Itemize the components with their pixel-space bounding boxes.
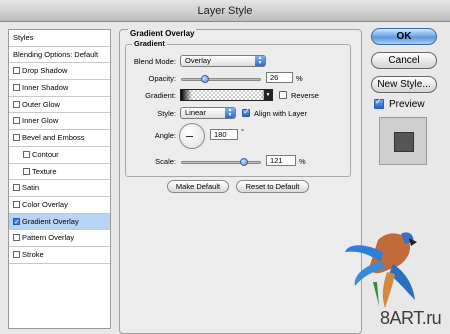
sidebar-item-styles[interactable]: Styles <box>9 30 110 47</box>
sidebar-item-label: Pattern Overlay <box>22 233 75 243</box>
style-value: Linear <box>185 108 206 117</box>
style-preview-thumbnail <box>379 117 427 165</box>
blend-mode-value: Overlay <box>185 56 211 65</box>
sidebar-item-label: Texture <box>32 166 57 176</box>
sidebar-item-label: Satin <box>22 183 40 193</box>
sidebar-item-gradient-overlay[interactable]: Gradient Overlay <box>9 213 110 231</box>
sidebar-item-label: Inner Shadow <box>22 83 69 93</box>
sidebar-item-inner-shadow[interactable]: Inner Shadow <box>9 80 110 97</box>
outer-glow-checkbox[interactable] <box>13 100 20 108</box>
sidebar-item-label: Contour <box>32 149 59 159</box>
sidebar-item-color-overlay[interactable]: Color Overlay <box>9 197 110 214</box>
inner-shadow-checkbox[interactable] <box>13 84 20 92</box>
cancel-button[interactable]: Cancel <box>371 52 437 69</box>
opacity-slider[interactable] <box>181 75 261 83</box>
reset-to-default-button[interactable]: Reset to Default <box>236 180 309 193</box>
bevel-emboss-checkbox[interactable] <box>13 134 20 142</box>
sidebar-item-texture[interactable]: Texture <box>9 164 110 181</box>
scale-slider-thumb[interactable] <box>240 158 249 166</box>
sidebar-item-label: Styles <box>13 33 34 42</box>
make-default-button[interactable]: Make Default <box>167 180 229 193</box>
sidebar-item-pattern-overlay[interactable]: Pattern Overlay <box>9 230 110 247</box>
blend-mode-select[interactable]: Overlay ▲ ▼ <box>180 55 266 67</box>
reverse-label: Reverse <box>291 91 319 100</box>
opacity-unit: % <box>296 74 303 83</box>
angle-unit: ° <box>241 127 244 136</box>
gradient-overlay-checkbox[interactable] <box>13 215 20 229</box>
panel-title: Gradient Overlay <box>128 29 197 38</box>
sidebar-item-blending-options[interactable]: Blending Options: Default <box>9 47 110 64</box>
style-select[interactable]: Linear ▲ ▼ <box>180 107 236 119</box>
sidebar-item-drop-shadow[interactable]: Drop Shadow <box>9 63 110 81</box>
gradient-label: Gradient: <box>145 91 176 100</box>
select-arrows-icon: ▲ ▼ <box>255 56 265 66</box>
gradient-dropdown-icon[interactable]: ▼ <box>264 90 272 100</box>
angle-field[interactable]: 180 <box>210 129 238 140</box>
sidebar-item-label: Inner Glow <box>22 116 59 126</box>
gradient-picker[interactable]: ▼ <box>180 89 273 101</box>
scale-slider[interactable] <box>181 158 261 166</box>
blend-mode-label: Blend Mode: <box>133 57 176 66</box>
opacity-slider-thumb[interactable] <box>200 75 209 83</box>
contour-checkbox[interactable] <box>23 150 30 158</box>
angle-dial[interactable] <box>179 123 205 149</box>
sidebar-item-label: Bevel and Emboss <box>22 133 85 143</box>
sidebar-item-label: Gradient Overlay <box>22 216 79 226</box>
ok-button[interactable]: OK <box>371 28 437 45</box>
drop-shadow-checkbox[interactable] <box>13 67 20 75</box>
opacity-field[interactable]: 26 <box>266 72 293 83</box>
reverse-checkbox[interactable] <box>279 91 287 99</box>
color-overlay-checkbox[interactable] <box>13 200 20 208</box>
sidebar-item-label: Outer Glow <box>22 99 60 109</box>
stroke-checkbox[interactable] <box>13 250 20 258</box>
satin-checkbox[interactable] <box>13 184 20 192</box>
preview-square <box>394 132 414 152</box>
sidebar-item-label: Blending Options: Default <box>13 49 99 59</box>
sidebar-item-bevel-emboss[interactable]: Bevel and Emboss <box>9 130 110 147</box>
scale-label: Scale: <box>155 157 176 166</box>
inner-glow-checkbox[interactable] <box>13 117 20 125</box>
sidebar-item-label: Stroke <box>22 249 44 259</box>
angle-label: Angle: <box>154 131 176 140</box>
opacity-label: Opacity: <box>148 74 176 83</box>
pattern-overlay-checkbox[interactable] <box>13 234 20 242</box>
new-style-button[interactable]: New Style... <box>371 76 437 93</box>
align-with-layer-label: Align with Layer <box>254 109 307 118</box>
gradient-group: Gradient Blend Mode: Overlay ▲ ▼ Opacity:… <box>125 39 351 177</box>
gradient-overlay-panel: Gradient Overlay Gradient Blend Mode: Ov… <box>119 29 362 334</box>
sidebar-item-inner-glow[interactable]: Inner Glow <box>9 113 110 131</box>
preview-checkbox[interactable] <box>374 97 384 109</box>
align-with-layer-checkbox[interactable] <box>242 107 250 117</box>
sidebar-item-label: Color Overlay <box>22 199 68 209</box>
preview-label: Preview <box>389 99 425 110</box>
styles-sidebar: Styles Blending Options: Default Drop Sh… <box>8 29 111 329</box>
sidebar-item-label: Drop Shadow <box>22 66 68 76</box>
texture-checkbox[interactable] <box>23 167 30 175</box>
scale-unit: % <box>299 157 306 166</box>
parrot-logo <box>345 232 417 308</box>
select-arrows-icon: ▲ ▼ <box>225 108 235 118</box>
group-title: Gradient <box>132 39 167 48</box>
sidebar-item-stroke[interactable]: Stroke <box>9 247 110 264</box>
sidebar-item-satin[interactable]: Satin <box>9 180 110 197</box>
scale-field[interactable]: 121 <box>266 155 296 166</box>
sidebar-item-contour[interactable]: Contour <box>9 147 110 164</box>
sidebar-item-outer-glow[interactable]: Outer Glow <box>9 97 110 114</box>
window-title: Layer Style <box>0 0 450 22</box>
watermark-text: 8ART.ru <box>380 308 442 328</box>
style-label: Style: <box>157 109 176 118</box>
